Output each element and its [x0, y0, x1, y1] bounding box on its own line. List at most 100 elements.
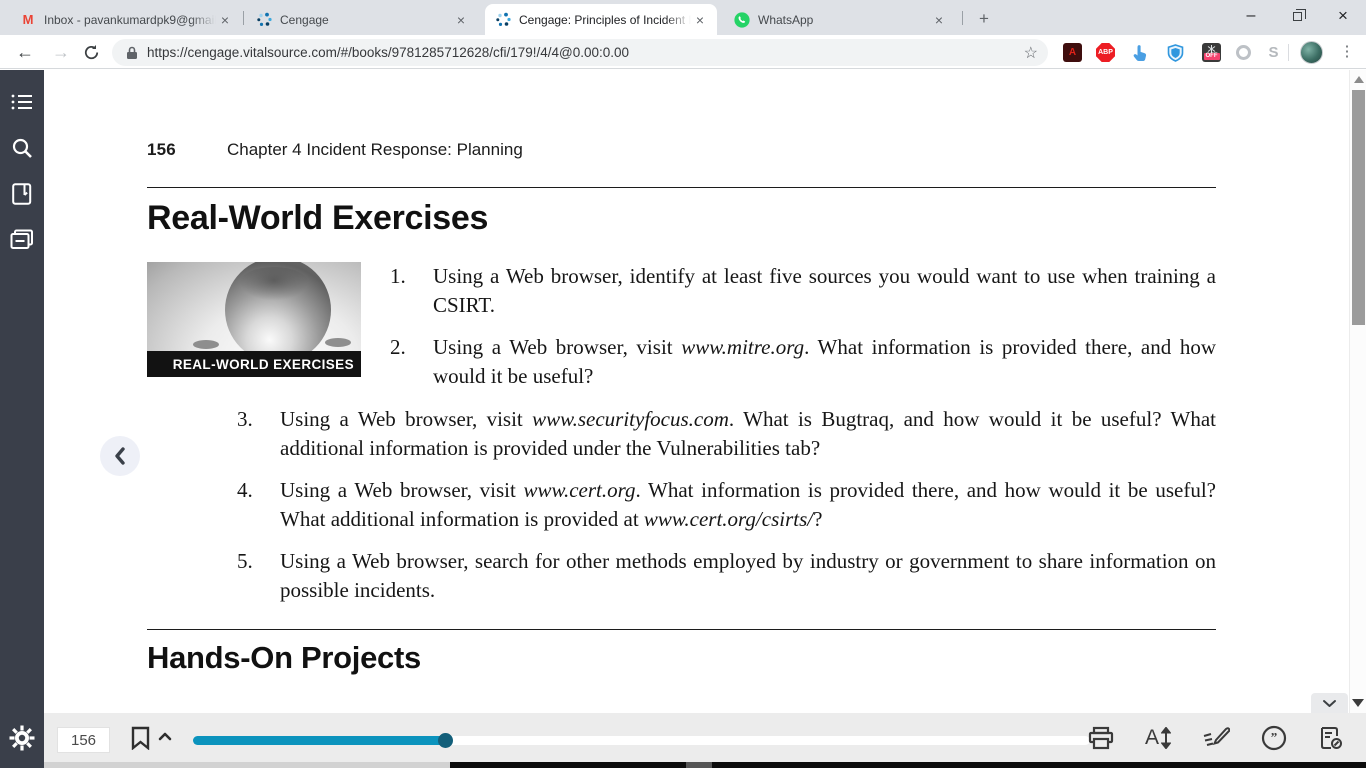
flashcards-icon[interactable] — [0, 220, 44, 260]
address-bar[interactable]: https://cengage.vitalsource.com/#/books/… — [112, 39, 1048, 66]
restore-icon — [1293, 12, 1302, 21]
lock-icon — [126, 46, 138, 60]
restore-button[interactable] — [1274, 0, 1320, 32]
table-of-contents-icon[interactable] — [0, 82, 44, 122]
exercise-number: 5. — [237, 547, 280, 605]
page-number-input[interactable] — [57, 727, 110, 753]
citation-icon[interactable]: ” — [1261, 725, 1287, 751]
copy-link-page-icon[interactable] — [1318, 725, 1344, 751]
circle-extension-icon[interactable] — [1236, 45, 1251, 60]
bottom-strip-dark — [450, 762, 686, 768]
page-scrollbar[interactable] — [1349, 70, 1366, 713]
scrollbar-thumb[interactable] — [1352, 90, 1365, 325]
close-tab-icon[interactable]: × — [452, 11, 470, 29]
exercise-item: 2.Using a Web browser, visit www.mitre.o… — [390, 333, 1216, 391]
puzzle-globe-image — [225, 262, 331, 363]
exercise-text: Using a Web browser, visit www.securityf… — [280, 405, 1216, 463]
forward-button[interactable]: → — [46, 35, 76, 69]
print-icon[interactable] — [1088, 726, 1114, 750]
zenmate-shield-extension-icon[interactable] — [1166, 43, 1185, 62]
exercise-number: 1. — [390, 262, 433, 320]
off-label: OFF — [1204, 53, 1220, 60]
puzzle-piece — [325, 338, 351, 347]
bookmark-star-icon[interactable]: ☆ — [1024, 43, 1038, 63]
browser-toolbar: ← → https://cengage.vitalsource.com/#/bo… — [0, 35, 1366, 69]
exercise-list-full-width: 3.Using a Web browser, visit www.securit… — [147, 405, 1216, 605]
back-button[interactable]: ← — [10, 35, 40, 69]
exercise-item: 5.Using a Web browser, search for other … — [237, 547, 1216, 605]
tab-whatsapp[interactable]: WhatsApp × — [724, 4, 956, 35]
browser-tab-strip: M Inbox - pavankumardpk9@gmail × Cengage… — [0, 0, 1366, 35]
chapter-title: Chapter 4 Incident Response: Planning — [227, 140, 523, 160]
tab-cengage[interactable]: Cengage × — [246, 4, 478, 35]
exercise-text: Using a Web browser, visit www.mitre.org… — [433, 333, 1216, 391]
figure-caption: REAL-WORLD EXERCISES — [147, 351, 361, 377]
reader-sidebar — [0, 70, 44, 762]
minimize-button[interactable]: – — [1228, 0, 1274, 32]
bookmark-icon[interactable] — [131, 726, 150, 750]
close-tab-icon[interactable]: × — [930, 11, 948, 29]
profile-avatar[interactable] — [1300, 41, 1323, 64]
exercise-number: 4. — [237, 476, 280, 534]
progress-knob[interactable] — [438, 733, 453, 748]
exercise-number: 2. — [390, 333, 433, 391]
close-window-button[interactable]: × — [1320, 0, 1366, 32]
chevron-down-icon — [1322, 699, 1337, 708]
section-rule — [147, 187, 1216, 188]
whatsapp-icon — [734, 12, 750, 28]
close-tab-icon[interactable]: × — [216, 11, 234, 29]
new-tab-button[interactable]: + — [972, 7, 996, 31]
cengage-icon — [256, 12, 272, 28]
scroll-down-arrow[interactable] — [1352, 699, 1364, 707]
puzzle-piece — [193, 340, 219, 349]
footer-action-icons: A ” — [1088, 721, 1344, 755]
bottom-strip-light — [44, 762, 450, 768]
touch-hand-extension-icon[interactable] — [1130, 43, 1149, 62]
tab-title: WhatsApp — [758, 13, 930, 27]
tab-title: Cengage: Principles of Incident R — [519, 13, 691, 27]
next-section-heading: Hands-On Projects — [147, 640, 1216, 676]
exercise-item: 4.Using a Web browser, visit www.cert.or… — [237, 476, 1216, 534]
notebook-icon[interactable] — [0, 174, 44, 214]
tab-title: Cengage — [280, 13, 452, 27]
scroll-page-down-button[interactable] — [1311, 693, 1348, 713]
reload-button[interactable] — [76, 35, 106, 69]
running-header: 156 Chapter 4 Incident Response: Plannin… — [147, 140, 1216, 160]
search-icon[interactable] — [0, 128, 44, 168]
gmail-icon: M — [20, 12, 36, 28]
skype-extension-icon[interactable]: S — [1264, 43, 1283, 62]
close-tab-icon[interactable]: × — [691, 11, 709, 29]
svg-text:”: ” — [1271, 730, 1278, 745]
exercise-list-beside-figure: 1.Using a Web browser, identify at least… — [390, 262, 1216, 404]
book-page: 156 Chapter 4 Incident Response: Plannin… — [147, 140, 1216, 676]
adblock-plus-extension-icon[interactable]: ABP — [1096, 43, 1115, 62]
tab-title: Inbox - pavankumardpk9@gmail — [44, 13, 216, 27]
bottom-strip-dark — [712, 762, 1366, 768]
previous-page-button[interactable] — [100, 436, 140, 476]
text-size-icon[interactable]: A — [1145, 726, 1171, 750]
tab-divider — [962, 11, 963, 25]
acrobat-extension-icon[interactable]: A — [1063, 43, 1082, 62]
exercise-item: 3.Using a Web browser, visit www.securit… — [237, 405, 1216, 463]
page-number: 156 — [147, 140, 176, 160]
fast-highlight-icon[interactable] — [1202, 726, 1230, 750]
ghostery-off-extension-icon[interactable]: OFF — [1202, 43, 1221, 62]
toolbar-divider — [1288, 44, 1289, 61]
chrome-menu-icon[interactable]: ⋮ — [1337, 42, 1357, 62]
letter-a: A — [1145, 726, 1159, 750]
bottom-strip-segment — [686, 762, 712, 768]
tab-gmail[interactable]: M Inbox - pavankumardpk9@gmail × — [10, 4, 242, 35]
book-progress-slider[interactable] — [193, 736, 1090, 745]
bottom-strip-sidebar — [0, 762, 44, 768]
sidebar-bottom — [0, 713, 44, 762]
settings-gear-icon[interactable] — [9, 725, 35, 751]
book-page-view: 156 Chapter 4 Incident Response: Plannin… — [44, 70, 1349, 713]
tab-divider — [243, 11, 244, 25]
exercise-item: 1.Using a Web browser, identify at least… — [390, 262, 1216, 320]
exercises-top-row: REAL-WORLD EXERCISES 1.Using a Web brows… — [147, 262, 1216, 404]
scroll-up-arrow[interactable] — [1354, 76, 1364, 83]
reader-footer-toolbar: A ” — [44, 713, 1366, 762]
bookmark-caret-up-icon[interactable] — [158, 732, 172, 741]
tab-cengage-book-active[interactable]: Cengage: Principles of Incident R × — [485, 4, 717, 35]
section-rule — [147, 629, 1216, 630]
